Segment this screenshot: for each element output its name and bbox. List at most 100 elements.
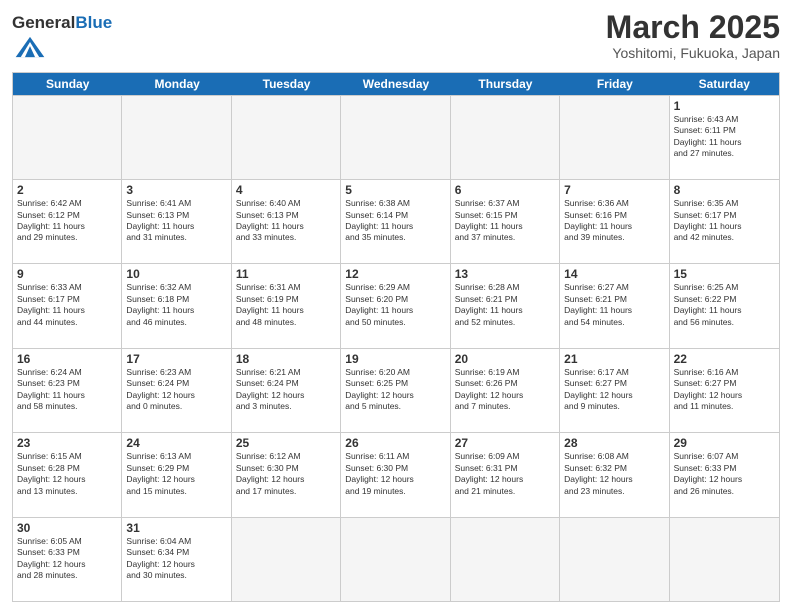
- day-number: 7: [564, 183, 664, 197]
- cell-info: Sunrise: 6:42 AM Sunset: 6:12 PM Dayligh…: [17, 198, 117, 244]
- cell-info: Sunrise: 6:31 AM Sunset: 6:19 PM Dayligh…: [236, 282, 336, 328]
- calendar-cell: [341, 518, 450, 601]
- cell-info: Sunrise: 6:07 AM Sunset: 6:33 PM Dayligh…: [674, 451, 775, 497]
- month-title: March 2025: [606, 10, 780, 45]
- calendar-body: 1Sunrise: 6:43 AM Sunset: 6:11 PM Daylig…: [13, 95, 779, 601]
- day-of-week-header: Sunday: [13, 73, 122, 95]
- calendar-cell: 17Sunrise: 6:23 AM Sunset: 6:24 PM Dayli…: [122, 349, 231, 432]
- calendar-cell: [341, 96, 450, 179]
- calendar-cell: 5Sunrise: 6:38 AM Sunset: 6:14 PM Daylig…: [341, 180, 450, 263]
- cell-info: Sunrise: 6:09 AM Sunset: 6:31 PM Dayligh…: [455, 451, 555, 497]
- day-number: 11: [236, 267, 336, 281]
- logo-text: GeneralBlue: [12, 14, 112, 33]
- day-number: 2: [17, 183, 117, 197]
- day-number: 23: [17, 436, 117, 450]
- calendar-cell: 12Sunrise: 6:29 AM Sunset: 6:20 PM Dayli…: [341, 264, 450, 347]
- calendar-cell: 8Sunrise: 6:35 AM Sunset: 6:17 PM Daylig…: [670, 180, 779, 263]
- calendar-cell: 9Sunrise: 6:33 AM Sunset: 6:17 PM Daylig…: [13, 264, 122, 347]
- title-block: March 2025 Yoshitomi, Fukuoka, Japan: [606, 10, 780, 61]
- calendar-cell: 29Sunrise: 6:07 AM Sunset: 6:33 PM Dayli…: [670, 433, 779, 516]
- logo-icon: [14, 33, 46, 61]
- day-of-week-header: Monday: [122, 73, 231, 95]
- calendar-week-row: 9Sunrise: 6:33 AM Sunset: 6:17 PM Daylig…: [13, 263, 779, 347]
- calendar-cell: 24Sunrise: 6:13 AM Sunset: 6:29 PM Dayli…: [122, 433, 231, 516]
- cell-info: Sunrise: 6:29 AM Sunset: 6:20 PM Dayligh…: [345, 282, 445, 328]
- calendar-cell: [122, 96, 231, 179]
- calendar-cell: [451, 96, 560, 179]
- logo: GeneralBlue: [12, 14, 112, 66]
- calendar-cell: 2Sunrise: 6:42 AM Sunset: 6:12 PM Daylig…: [13, 180, 122, 263]
- calendar-cell: 3Sunrise: 6:41 AM Sunset: 6:13 PM Daylig…: [122, 180, 231, 263]
- calendar-cell: [451, 518, 560, 601]
- cell-info: Sunrise: 6:28 AM Sunset: 6:21 PM Dayligh…: [455, 282, 555, 328]
- cell-info: Sunrise: 6:23 AM Sunset: 6:24 PM Dayligh…: [126, 367, 226, 413]
- calendar-week-row: 1Sunrise: 6:43 AM Sunset: 6:11 PM Daylig…: [13, 95, 779, 179]
- calendar-cell: 18Sunrise: 6:21 AM Sunset: 6:24 PM Dayli…: [232, 349, 341, 432]
- calendar-cell: 6Sunrise: 6:37 AM Sunset: 6:15 PM Daylig…: [451, 180, 560, 263]
- day-number: 21: [564, 352, 664, 366]
- day-number: 26: [345, 436, 445, 450]
- cell-info: Sunrise: 6:27 AM Sunset: 6:21 PM Dayligh…: [564, 282, 664, 328]
- cell-info: Sunrise: 6:08 AM Sunset: 6:32 PM Dayligh…: [564, 451, 664, 497]
- calendar-cell: [560, 518, 669, 601]
- cell-info: Sunrise: 6:36 AM Sunset: 6:16 PM Dayligh…: [564, 198, 664, 244]
- cell-info: Sunrise: 6:40 AM Sunset: 6:13 PM Dayligh…: [236, 198, 336, 244]
- calendar-cell: 16Sunrise: 6:24 AM Sunset: 6:23 PM Dayli…: [13, 349, 122, 432]
- cell-info: Sunrise: 6:05 AM Sunset: 6:33 PM Dayligh…: [17, 536, 117, 582]
- calendar-cell: [670, 518, 779, 601]
- calendar-cell: 27Sunrise: 6:09 AM Sunset: 6:31 PM Dayli…: [451, 433, 560, 516]
- day-number: 17: [126, 352, 226, 366]
- day-number: 16: [17, 352, 117, 366]
- calendar-week-row: 30Sunrise: 6:05 AM Sunset: 6:33 PM Dayli…: [13, 517, 779, 601]
- calendar-cell: 1Sunrise: 6:43 AM Sunset: 6:11 PM Daylig…: [670, 96, 779, 179]
- day-number: 31: [126, 521, 226, 535]
- cell-info: Sunrise: 6:17 AM Sunset: 6:27 PM Dayligh…: [564, 367, 664, 413]
- calendar-cell: 15Sunrise: 6:25 AM Sunset: 6:22 PM Dayli…: [670, 264, 779, 347]
- cell-info: Sunrise: 6:15 AM Sunset: 6:28 PM Dayligh…: [17, 451, 117, 497]
- calendar-cell: 21Sunrise: 6:17 AM Sunset: 6:27 PM Dayli…: [560, 349, 669, 432]
- cell-info: Sunrise: 6:33 AM Sunset: 6:17 PM Dayligh…: [17, 282, 117, 328]
- calendar-cell: [232, 96, 341, 179]
- cell-info: Sunrise: 6:41 AM Sunset: 6:13 PM Dayligh…: [126, 198, 226, 244]
- header: GeneralBlue March 2025 Yoshitomi, Fukuok…: [12, 10, 780, 66]
- cell-info: Sunrise: 6:19 AM Sunset: 6:26 PM Dayligh…: [455, 367, 555, 413]
- day-number: 1: [674, 99, 775, 113]
- day-number: 20: [455, 352, 555, 366]
- day-number: 4: [236, 183, 336, 197]
- day-of-week-header: Thursday: [451, 73, 560, 95]
- day-of-week-header: Friday: [560, 73, 669, 95]
- cell-info: Sunrise: 6:13 AM Sunset: 6:29 PM Dayligh…: [126, 451, 226, 497]
- day-number: 18: [236, 352, 336, 366]
- calendar-cell: 28Sunrise: 6:08 AM Sunset: 6:32 PM Dayli…: [560, 433, 669, 516]
- cell-info: Sunrise: 6:38 AM Sunset: 6:14 PM Dayligh…: [345, 198, 445, 244]
- cell-info: Sunrise: 6:25 AM Sunset: 6:22 PM Dayligh…: [674, 282, 775, 328]
- cell-info: Sunrise: 6:11 AM Sunset: 6:30 PM Dayligh…: [345, 451, 445, 497]
- cell-info: Sunrise: 6:37 AM Sunset: 6:15 PM Dayligh…: [455, 198, 555, 244]
- cell-info: Sunrise: 6:21 AM Sunset: 6:24 PM Dayligh…: [236, 367, 336, 413]
- location: Yoshitomi, Fukuoka, Japan: [606, 45, 780, 61]
- calendar-cell: 14Sunrise: 6:27 AM Sunset: 6:21 PM Dayli…: [560, 264, 669, 347]
- calendar-cell: 20Sunrise: 6:19 AM Sunset: 6:26 PM Dayli…: [451, 349, 560, 432]
- day-number: 5: [345, 183, 445, 197]
- calendar-cell: 26Sunrise: 6:11 AM Sunset: 6:30 PM Dayli…: [341, 433, 450, 516]
- day-number: 30: [17, 521, 117, 535]
- day-number: 19: [345, 352, 445, 366]
- cell-info: Sunrise: 6:35 AM Sunset: 6:17 PM Dayligh…: [674, 198, 775, 244]
- day-of-week-header: Wednesday: [341, 73, 450, 95]
- day-number: 29: [674, 436, 775, 450]
- day-number: 14: [564, 267, 664, 281]
- calendar-week-row: 2Sunrise: 6:42 AM Sunset: 6:12 PM Daylig…: [13, 179, 779, 263]
- day-number: 15: [674, 267, 775, 281]
- cell-info: Sunrise: 6:12 AM Sunset: 6:30 PM Dayligh…: [236, 451, 336, 497]
- calendar: SundayMondayTuesdayWednesdayThursdayFrid…: [12, 72, 780, 602]
- day-number: 12: [345, 267, 445, 281]
- day-number: 8: [674, 183, 775, 197]
- day-of-week-header: Tuesday: [232, 73, 341, 95]
- cell-info: Sunrise: 6:32 AM Sunset: 6:18 PM Dayligh…: [126, 282, 226, 328]
- calendar-cell: 4Sunrise: 6:40 AM Sunset: 6:13 PM Daylig…: [232, 180, 341, 263]
- calendar-cell: 22Sunrise: 6:16 AM Sunset: 6:27 PM Dayli…: [670, 349, 779, 432]
- day-number: 25: [236, 436, 336, 450]
- calendar-cell: 30Sunrise: 6:05 AM Sunset: 6:33 PM Dayli…: [13, 518, 122, 601]
- calendar-cell: 23Sunrise: 6:15 AM Sunset: 6:28 PM Dayli…: [13, 433, 122, 516]
- day-number: 3: [126, 183, 226, 197]
